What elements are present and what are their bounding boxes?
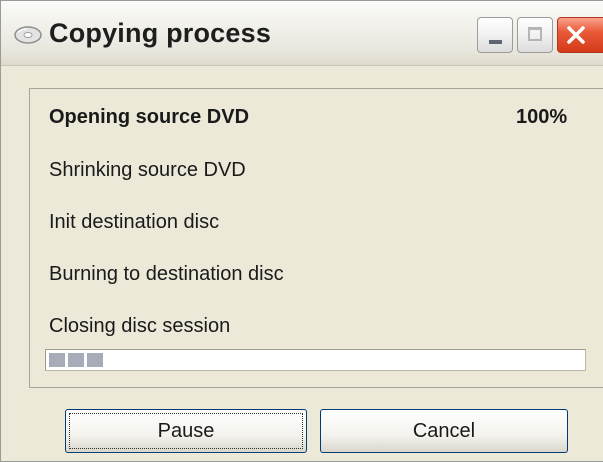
- progress-group-box: [29, 88, 603, 388]
- step-shrinking-source-dvd: Shrinking source DVD: [49, 159, 246, 181]
- progress-bar: [45, 349, 586, 371]
- disc-app-icon: [14, 26, 42, 44]
- progress-block: [49, 353, 65, 367]
- close-icon: [567, 26, 585, 44]
- cancel-button[interactable]: Cancel: [320, 409, 568, 453]
- step-opening-source-dvd: Opening source DVD: [49, 106, 250, 128]
- step-closing-disc-session: Closing disc session: [49, 315, 231, 337]
- step-init-destination-disc: Init destination disc: [49, 211, 220, 233]
- progress-bar-fill: [49, 353, 109, 367]
- progress-block: [87, 353, 103, 367]
- step-burning-destination-disc: Burning to destination disc: [49, 263, 284, 285]
- step-percent: 100%: [516, 106, 568, 128]
- window-title: Copying process: [49, 18, 272, 48]
- minimize-icon: [489, 40, 502, 44]
- copying-process-dialog: Copying process Opening source DVD 100% …: [0, 0, 603, 462]
- title-bar[interactable]: Copying process: [1, 1, 603, 66]
- close-button[interactable]: [557, 17, 603, 53]
- progress-block: [68, 353, 84, 367]
- maximize-button[interactable]: [517, 17, 553, 53]
- pause-button[interactable]: Pause: [65, 409, 307, 453]
- minimize-button[interactable]: [477, 17, 513, 53]
- maximize-icon: [528, 27, 542, 41]
